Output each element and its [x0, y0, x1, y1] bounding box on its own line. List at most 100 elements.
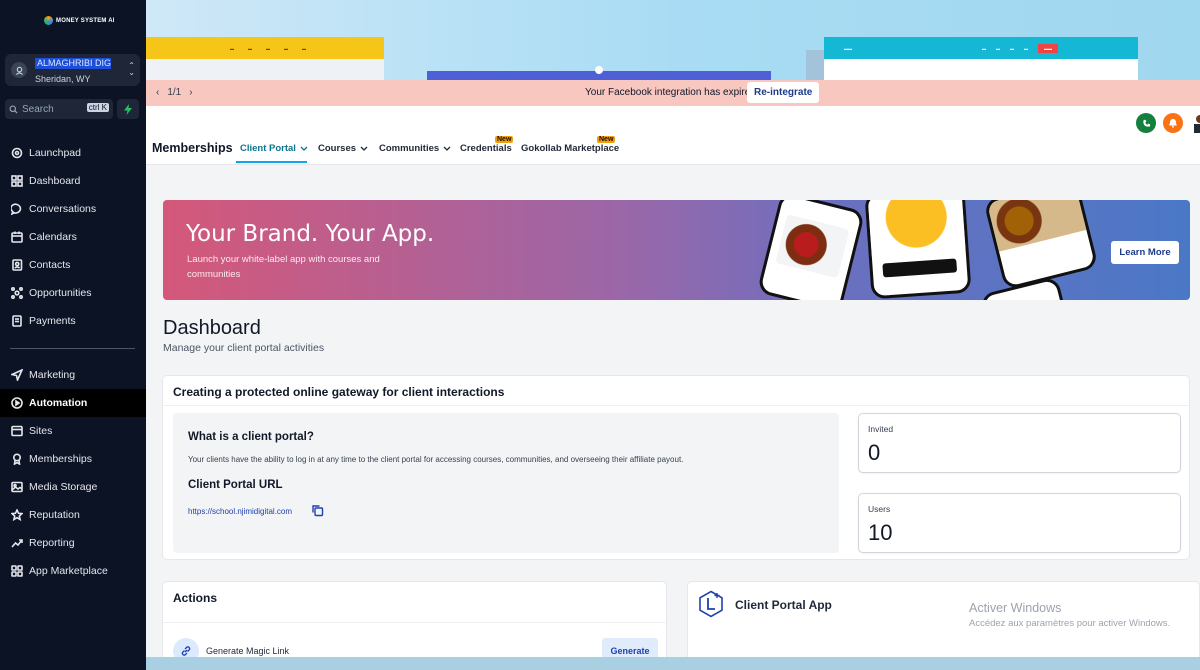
- lightning-icon: [124, 103, 132, 115]
- card-title: Client Portal App: [735, 598, 832, 612]
- tab-communities[interactable]: Communities: [379, 143, 451, 154]
- star-icon: [11, 509, 23, 521]
- sidebar-item-label: Dashboard: [29, 175, 81, 187]
- logo-icon: [44, 16, 53, 25]
- sidebar-item-reputation[interactable]: Reputation: [0, 501, 146, 529]
- sidebar-item-label: Marketing: [29, 369, 76, 381]
- sidebar-item-calendars[interactable]: Calendars: [0, 223, 146, 251]
- search-placeholder: Search: [22, 103, 54, 115]
- sidebar-item-label: Sites: [29, 425, 53, 437]
- watermark-title: Activer Windows: [969, 601, 1062, 615]
- what-is-description: Your clients have the ability to log in …: [188, 455, 684, 464]
- card-divider: [163, 622, 666, 623]
- chat-icon: [11, 203, 22, 215]
- chevron-down-icon: [300, 146, 308, 151]
- automation-icon: [11, 397, 23, 409]
- app-mockup-image: [756, 200, 866, 300]
- card-title: Creating a protected online gateway for …: [173, 385, 505, 399]
- new-badge: New: [495, 136, 514, 143]
- chevron-left-icon[interactable]: ‹: [156, 87, 159, 98]
- sidebar-item-automation[interactable]: Automation: [0, 389, 146, 417]
- sidebar-item-opportunities[interactable]: Opportunities: [0, 279, 146, 307]
- location-icon: [11, 62, 27, 78]
- sidebar-item-dashboard[interactable]: Dashboard: [0, 167, 146, 195]
- card-divider: [163, 405, 1189, 406]
- sidebar-item-conversations[interactable]: Conversations: [0, 195, 146, 223]
- reintegrate-button[interactable]: Re-integrate: [747, 82, 820, 103]
- new-badge: New: [597, 136, 616, 143]
- sidebar-item-label: Reputation: [29, 509, 80, 521]
- app-mockup-image: [983, 200, 1099, 291]
- sidebar-item-marketing[interactable]: Marketing: [0, 361, 146, 389]
- promo-banner: Your Brand. Your App. Launch your white-…: [163, 200, 1190, 300]
- tab-credentials[interactable]: Credentials: [460, 143, 512, 154]
- alert-pager: ‹ 1/1 ›: [156, 87, 193, 98]
- search-icon: [9, 104, 18, 114]
- tab-courses[interactable]: Courses: [318, 143, 368, 154]
- sidebar-item-label: App Marketplace: [29, 565, 108, 577]
- memberships-icon: [12, 453, 22, 465]
- payments-icon: [12, 315, 22, 327]
- sidebar: MONEY SYSTEM AI ALMAGHRIBI DIGIT... Sher…: [0, 0, 146, 670]
- portal-url-link[interactable]: https://school.njimidigital.com: [188, 507, 292, 516]
- sidebar-item-label: Reporting: [29, 537, 75, 549]
- sidebar-item-label: Launchpad: [29, 147, 81, 159]
- quick-actions-button[interactable]: [117, 99, 139, 119]
- sidebar-nav-secondary: Marketing Automation Sites Memberships M…: [0, 361, 146, 585]
- app-logo[interactable]: MONEY SYSTEM AI: [44, 16, 115, 25]
- avatar[interactable]: [1191, 113, 1200, 133]
- sidebar-item-label: Conversations: [29, 203, 97, 215]
- template-preview-left: ▬ ▬ ▬ ▬ ▬: [146, 37, 384, 80]
- image-icon: [11, 481, 23, 493]
- logo-text: MONEY SYSTEM AI: [56, 17, 115, 24]
- chevron-right-icon[interactable]: ›: [189, 87, 192, 98]
- sidebar-divider: [10, 348, 135, 349]
- sidebar-item-launchpad[interactable]: Launchpad: [0, 139, 146, 167]
- users-stat-card: Users 10: [858, 493, 1181, 553]
- sidebar-item-contacts[interactable]: Contacts: [0, 251, 146, 279]
- calendar-icon: [11, 231, 23, 243]
- tab-label: Courses: [318, 143, 357, 154]
- phone-icon: [1142, 119, 1150, 127]
- bell-icon: [1169, 119, 1177, 128]
- search-input[interactable]: Search ctrl K: [5, 99, 113, 119]
- sidebar-item-memberships[interactable]: Memberships: [0, 445, 146, 473]
- top-header: Memberships Client Portal Courses Commun…: [146, 106, 1200, 165]
- stat-value: 10: [868, 520, 893, 545]
- sidebar-item-label: Opportunities: [29, 287, 92, 299]
- stat-label: Invited: [868, 424, 894, 434]
- account-switcher[interactable]: ALMAGHRIBI DIGIT... Sheridan, WY ⌃⌄: [5, 54, 140, 86]
- sidebar-item-label: Payments: [29, 315, 76, 327]
- sidebar-item-reporting[interactable]: Reporting: [0, 529, 146, 557]
- app-hexagon-icon: [698, 590, 724, 623]
- tab-client-portal[interactable]: Client Portal: [240, 143, 308, 154]
- tab-label: Gokollab Marketplace: [521, 143, 620, 154]
- notifications-button[interactable]: [1163, 113, 1183, 133]
- sidebar-item-payments[interactable]: Payments: [0, 307, 146, 335]
- bottom-preview-strip: [146, 657, 1200, 670]
- learn-more-button[interactable]: Learn More: [1111, 241, 1179, 264]
- sidebar-item-media-storage[interactable]: Media Storage: [0, 473, 146, 501]
- client-portal-info-panel: What is a client portal? Your clients ha…: [173, 413, 839, 553]
- magic-link-label: Generate Magic Link: [206, 646, 290, 656]
- stat-label: Users: [868, 504, 891, 514]
- chart-icon: [11, 539, 23, 548]
- carousel-dot: [595, 66, 603, 74]
- sidebar-item-sites[interactable]: Sites: [0, 417, 146, 445]
- alert-pager-count: 1/1: [167, 87, 182, 98]
- sidebar-item-label: Calendars: [29, 231, 77, 243]
- opportunities-icon: [11, 287, 23, 299]
- page-title: Dashboard: [163, 317, 261, 339]
- copy-icon[interactable]: [311, 504, 324, 522]
- tab-gokollab-marketplace[interactable]: Gokollab Marketplace: [521, 143, 619, 154]
- integration-alert-bar: ‹ 1/1 › Your Facebook integration has ex…: [146, 80, 1200, 106]
- stat-value: 0: [868, 440, 881, 465]
- sidebar-item-app-marketplace[interactable]: App Marketplace: [0, 557, 146, 585]
- phone-button[interactable]: [1136, 113, 1156, 133]
- chevron-down-icon: [360, 146, 368, 151]
- tab-label: Credentials: [460, 143, 512, 154]
- watermark-subtitle: Accédez aux paramètres pour activer Wind…: [969, 618, 1171, 629]
- search-shortcut: ctrl K: [86, 103, 109, 112]
- sidebar-nav-primary: Launchpad Dashboard Conversations Calend…: [0, 139, 146, 335]
- app-mockup-image: [864, 200, 972, 300]
